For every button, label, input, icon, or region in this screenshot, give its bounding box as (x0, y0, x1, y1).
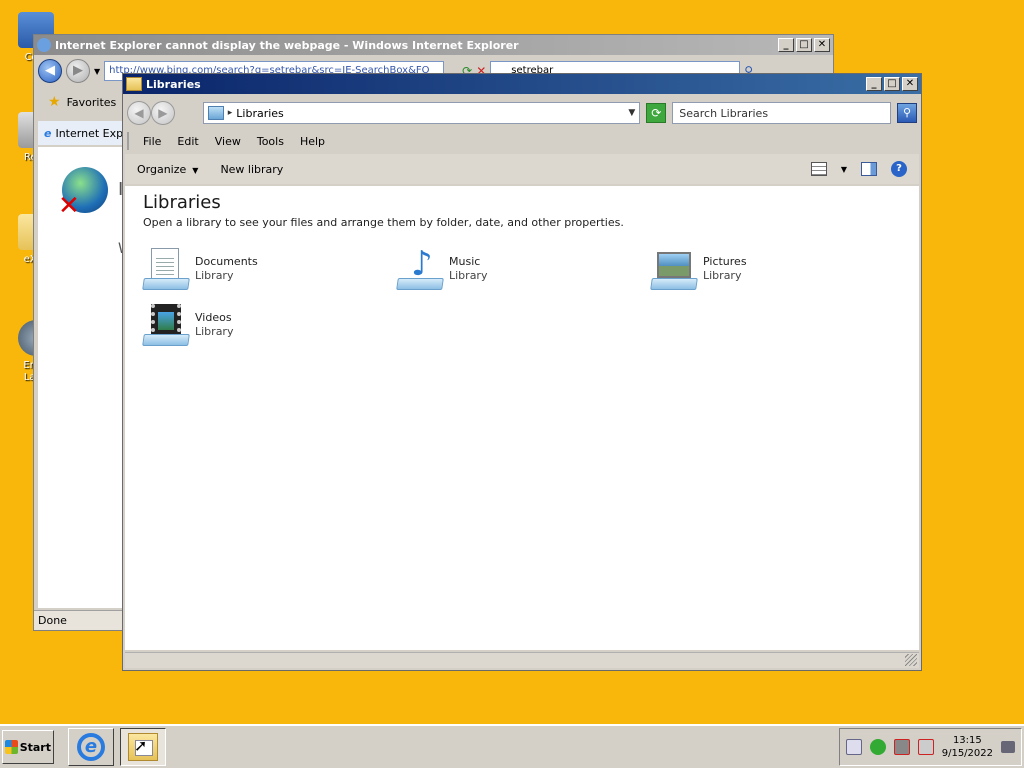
libraries-small-icon (207, 106, 224, 120)
command-bar: Organize ▼ New library ▼ ? (125, 154, 919, 184)
change-view-icon[interactable] (810, 162, 827, 176)
taskbar-ie-button[interactable]: e (68, 728, 114, 766)
new-library-button[interactable]: New library (220, 163, 283, 176)
library-kind: Library (449, 269, 488, 282)
minimize-button[interactable]: _ (778, 38, 794, 52)
menu-edit[interactable]: Edit (169, 135, 206, 148)
security-shield-icon[interactable] (869, 739, 886, 755)
menu-bar: File Edit View Tools Help (127, 132, 917, 150)
windows-logo-icon (5, 740, 18, 754)
forward-button[interactable]: ▶ (66, 59, 90, 83)
search-input[interactable]: Search Libraries (672, 102, 892, 124)
history-dropdown-icon[interactable]: ▼ (94, 67, 100, 76)
videos-library-icon (142, 302, 190, 348)
page-description: Open a library to see your files and arr… (143, 216, 624, 229)
pictures-library-icon (650, 246, 698, 292)
clock-time: 13:15 (952, 735, 982, 746)
minimize-button[interactable]: _ (866, 77, 882, 91)
network-icon[interactable] (893, 739, 910, 755)
back-button[interactable]: ◀ (38, 59, 62, 83)
close-button[interactable]: ✕ (902, 77, 918, 91)
address-dropdown-icon[interactable]: ▼ (628, 108, 635, 118)
ie-titlebar[interactable]: Internet Explorer cannot display the web… (34, 35, 833, 55)
taskbar: Start e 13:15 9/15/2022 (0, 724, 1024, 768)
library-name: Documents (195, 255, 258, 268)
library-item-pictures[interactable]: Pictures Library (650, 246, 747, 292)
explorer-titlebar[interactable]: Libraries _ □ ✕ (123, 74, 921, 94)
view-options-dropdown-icon[interactable]: ▼ (841, 165, 847, 174)
close-button[interactable]: ✕ (814, 38, 830, 52)
internet-explorer-icon: e (77, 733, 105, 761)
maximize-button[interactable]: □ (796, 38, 812, 52)
maximize-button[interactable]: □ (884, 77, 900, 91)
breadcrumb-arrow-icon[interactable]: ▸ (228, 108, 233, 118)
music-library-icon: ♪ (396, 246, 444, 292)
back-button[interactable]: ◀ (127, 101, 151, 125)
start-label: Start (19, 740, 51, 754)
menu-tools[interactable]: Tools (249, 135, 292, 148)
ie-app-icon (37, 38, 51, 52)
explorer-status-bar (125, 652, 919, 668)
explorer-window[interactable]: Libraries _ □ ✕ ◀ ▶ ▸ Libraries ▼ ⟳ Sear… (122, 73, 922, 671)
preview-pane-icon[interactable] (861, 162, 877, 176)
navigation-row: ◀ ▶ ▸ Libraries ▼ ⟳ Search Libraries ⚲ (127, 98, 917, 128)
library-kind: Library (195, 325, 234, 338)
forward-button[interactable]: ▶ (150, 101, 175, 125)
libraries-content-pane: Libraries Open a library to see your fil… (125, 186, 919, 650)
ie-tab-icon: e (44, 126, 52, 140)
ie-tab-label: Internet Exp (55, 126, 124, 140)
library-kind: Library (195, 269, 234, 282)
page-title: Libraries (143, 192, 221, 213)
help-icon[interactable]: ? (891, 161, 907, 177)
clock-date: 9/15/2022 (941, 748, 993, 759)
address-bar[interactable]: ▸ Libraries ▼ (202, 102, 641, 124)
menu-help[interactable]: Help (292, 135, 333, 148)
library-name: Videos (195, 311, 232, 324)
favorites-button[interactable]: Favorites (67, 96, 117, 109)
mouse-cursor-icon: ➚ (134, 736, 148, 755)
library-item-videos[interactable]: Videos Library (142, 302, 234, 348)
library-item-documents[interactable]: Documents Library (142, 246, 258, 292)
favorites-star-icon: ★ (48, 94, 61, 110)
resize-grip-icon[interactable] (905, 654, 917, 666)
refresh-button[interactable]: ⟳ (646, 103, 667, 123)
explorer-window-title: Libraries (146, 77, 201, 91)
ie-window-title: Internet Explorer cannot display the web… (55, 38, 519, 52)
library-name: Pictures (703, 255, 747, 268)
library-name: Music (449, 255, 481, 268)
start-button[interactable]: Start (2, 730, 54, 764)
organize-label: Organize (137, 162, 187, 176)
error-globe-icon: ✕ (58, 167, 108, 219)
volume-muted-icon[interactable] (917, 739, 934, 755)
breadcrumb-libraries[interactable]: Libraries (236, 107, 624, 120)
action-center-icon[interactable] (845, 739, 862, 755)
search-icon[interactable]: ⚲ (897, 103, 917, 123)
show-desktop-icon[interactable] (1001, 741, 1015, 753)
menu-view[interactable]: View (207, 135, 249, 148)
clock[interactable]: 13:15 9/15/2022 (942, 734, 993, 760)
libraries-folder-icon (126, 77, 142, 91)
chevron-down-icon: ▼ (192, 165, 199, 175)
library-kind: Library (703, 269, 742, 282)
system-tray: 13:15 9/15/2022 (838, 728, 1022, 766)
menu-file[interactable]: File (135, 135, 169, 148)
documents-library-icon (142, 246, 190, 292)
organize-button[interactable]: Organize ▼ (137, 163, 198, 176)
library-item-music[interactable]: ♪ Music Library (396, 246, 488, 292)
